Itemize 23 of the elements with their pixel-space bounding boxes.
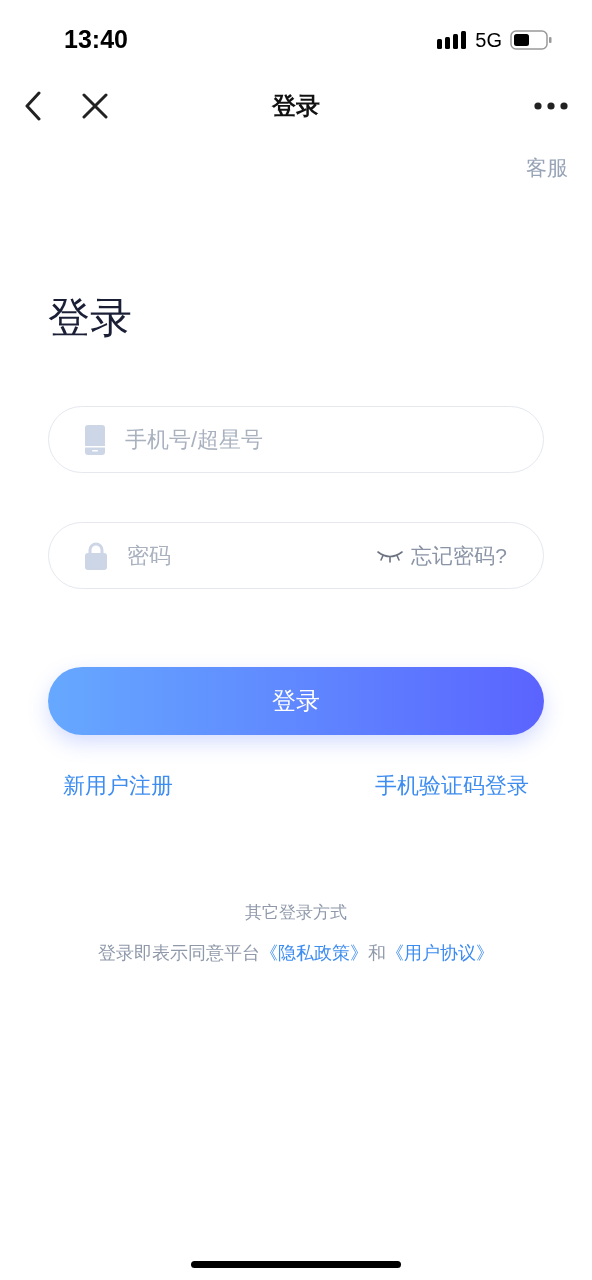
forgot-password-link[interactable]: 忘记密码? xyxy=(411,539,507,572)
status-time: 13:40 xyxy=(64,24,128,56)
text-input[interactable]: 密码 xyxy=(127,539,358,572)
lock-icon xyxy=(85,541,107,570)
customer-service-link[interactable]: 客服 xyxy=(526,152,568,184)
phone-icon xyxy=(85,424,105,455)
back-icon[interactable] xyxy=(24,91,42,121)
sms-login-link[interactable]: 手机验证码登录 xyxy=(375,769,529,802)
nav-title: 登录 xyxy=(272,91,320,121)
user-agreement-link[interactable]: 《用户协议》 xyxy=(386,942,494,963)
text-input[interactable]: 手机号/超星号 xyxy=(125,423,507,456)
more-icon[interactable] xyxy=(534,102,568,110)
other-methods-label: 其它登录方式 xyxy=(245,902,347,924)
close-icon[interactable] xyxy=(82,93,108,119)
privacy-policy-link[interactable]: 《隐私政策》 xyxy=(260,942,368,963)
page-heading: 登录 xyxy=(47,292,133,343)
register-link[interactable]: 新用户注册 xyxy=(63,769,173,802)
closed-eye-icon[interactable] xyxy=(377,548,404,563)
battery-icon xyxy=(510,30,552,50)
login-button[interactable]: 登录 xyxy=(48,667,544,735)
agreement-text: 登录即表示同意平台《隐私政策》和《用户协议》 xyxy=(98,941,494,965)
network-label: 5G xyxy=(475,28,502,53)
signal-icon xyxy=(437,31,468,49)
